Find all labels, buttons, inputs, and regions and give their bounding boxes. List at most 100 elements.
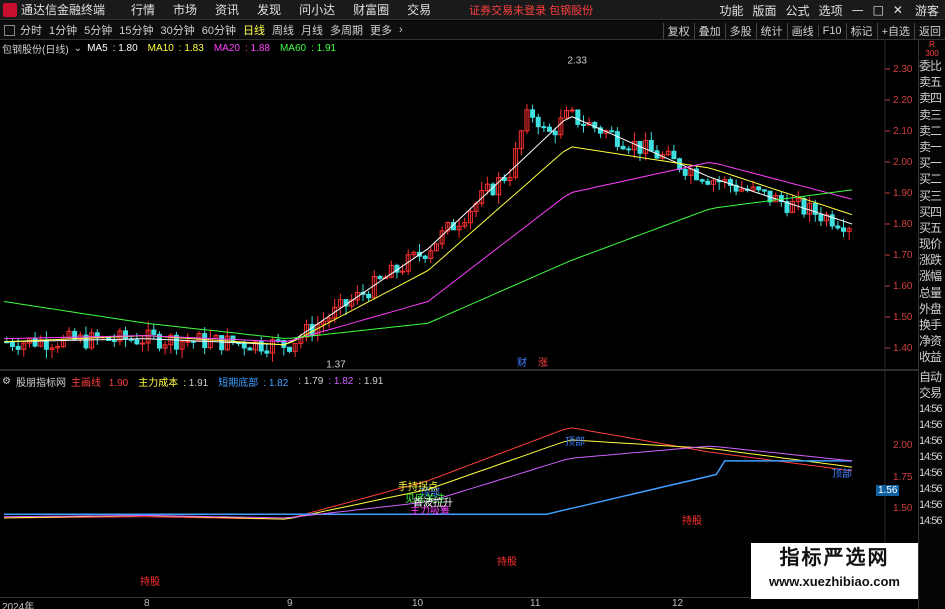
- period-tab-multi[interactable]: 多周期: [330, 22, 363, 38]
- rp-top-300: 300: [925, 49, 939, 58]
- candle-body: [841, 227, 846, 232]
- multi-stock-button[interactable]: 多股: [724, 22, 756, 39]
- rp-time-row: 14:56: [919, 514, 943, 527]
- period-tab-30min[interactable]: 30分钟: [161, 22, 195, 38]
- menu-item-formula[interactable]: 公式: [786, 2, 810, 19]
- rp-item-outer[interactable]: 外盘: [919, 301, 945, 317]
- candle-body: [140, 342, 145, 345]
- candle-body: [530, 109, 536, 118]
- current-value-tag: 1.56: [876, 485, 900, 496]
- low-price-label: 1.37: [326, 359, 346, 370]
- period-tab-daily[interactable]: 日线: [243, 22, 265, 38]
- rp-item-turnover[interactable]: 换手: [919, 317, 945, 333]
- date-label-dec: 12: [672, 598, 684, 609]
- rp-item-sell1[interactable]: 卖一: [919, 139, 945, 155]
- ma-line-ma60: [3, 189, 853, 339]
- f10-button[interactable]: F10: [817, 24, 846, 37]
- rp-time-row: 14:56: [919, 498, 943, 511]
- rp-item-buy5[interactable]: 买五: [919, 220, 945, 236]
- menu-item-function[interactable]: 功能: [720, 2, 744, 19]
- period-tab-1min[interactable]: 1分钟: [49, 22, 77, 38]
- rp-time-row: 14:56: [919, 402, 943, 415]
- rp-item-sell5[interactable]: 卖五: [919, 74, 945, 90]
- candle-body: [671, 150, 677, 160]
- quote-side-panel: R 300 委比 卖五 卖四 卖三 卖二 卖一 买一 买二 买三 买四 买五 现…: [918, 40, 945, 609]
- menu-item-quotes[interactable]: 行情: [131, 1, 155, 18]
- period-tab-15min[interactable]: 15分钟: [119, 22, 153, 38]
- rp-item-auto[interactable]: 自动: [919, 369, 945, 385]
- rp-item-sell4[interactable]: 卖四: [919, 90, 945, 106]
- rp-item-earnings[interactable]: 收益: [919, 349, 945, 365]
- menu-item-discover[interactable]: 发现: [257, 1, 281, 18]
- stats-button[interactable]: 统计: [755, 22, 787, 39]
- menu-item-wealth[interactable]: 财富圈: [353, 1, 389, 18]
- period-tab-60min[interactable]: 60分钟: [202, 22, 236, 38]
- candle-body: [609, 130, 615, 133]
- menu-item-layout[interactable]: 版面: [753, 2, 777, 19]
- menu-item-market[interactable]: 市场: [173, 1, 197, 18]
- watermark-url: www.xuezhibiao.com: [769, 574, 900, 589]
- rp-item-buy3[interactable]: 买三: [919, 188, 945, 204]
- mark-button[interactable]: 标记: [845, 22, 877, 39]
- period-tab-5min[interactable]: 5分钟: [84, 22, 112, 38]
- rp-item-change[interactable]: 涨跌: [919, 252, 945, 268]
- candle-body: [626, 148, 632, 151]
- toggle-panel-icon[interactable]: [4, 24, 15, 36]
- candle-body: [400, 270, 406, 273]
- rp-item-price[interactable]: 现价: [919, 236, 945, 252]
- menu-item-ask[interactable]: 问小达: [299, 1, 335, 18]
- draw-line-button[interactable]: 画线: [786, 22, 818, 39]
- menu-item-options[interactable]: 选项: [819, 2, 843, 19]
- candle-body: [377, 275, 383, 279]
- back-button[interactable]: 返回: [914, 22, 945, 39]
- annotations-group: 2.331.37 财涨持股持股持股顶部顶部顶部手持拐点见底关注主力吸筹首波拉升: [140, 56, 852, 588]
- rp-time-row: 14:56: [919, 466, 943, 479]
- candle-body: [818, 213, 824, 222]
- adjust-button[interactable]: 复权: [662, 22, 694, 39]
- watermark-banner: 指标严选网 www.xuezhibiao.com: [751, 543, 918, 599]
- period-tab-weekly[interactable]: 周线: [272, 22, 294, 38]
- candle-body: [15, 345, 21, 350]
- rp-item-buy1[interactable]: 买一: [919, 155, 945, 171]
- rp-item-volume[interactable]: 总量: [919, 285, 945, 301]
- rp-item-sell3[interactable]: 卖三: [919, 107, 945, 123]
- rp-time-row: 14:56: [919, 482, 943, 495]
- overlay-button[interactable]: 叠加: [693, 22, 725, 39]
- rp-item-sell2[interactable]: 卖二: [919, 123, 945, 139]
- add-favorite-button[interactable]: +自选: [876, 22, 914, 39]
- candle-body: [185, 340, 191, 343]
- period-tab-timeshare[interactable]: 分时: [20, 22, 42, 38]
- rp-item-net-assets[interactable]: 净资: [919, 333, 945, 349]
- candle-body: [552, 130, 558, 136]
- period-tab-more[interactable]: 更多: [370, 22, 392, 38]
- price-label-200: 2.00: [893, 157, 913, 168]
- price-label-160: 1.60: [893, 281, 913, 292]
- candle-body: [247, 347, 253, 351]
- price-label-140: 1.40: [893, 343, 913, 354]
- candlestick-chart[interactable]: 2.331.37 财涨持股持股持股顶部顶部顶部手持拐点见底关注主力吸筹首波拉升: [0, 40, 918, 597]
- chevron-right-icon[interactable]: ›: [399, 24, 403, 36]
- minimize-icon[interactable]: —: [852, 3, 864, 17]
- rp-item-weibi[interactable]: 委比: [919, 58, 945, 74]
- ind-label-200: 2.00: [893, 440, 913, 451]
- price-label-210: 2.10: [893, 126, 913, 137]
- candle-body: [190, 340, 196, 343]
- candle-body: [123, 330, 129, 340]
- candle-body: [756, 186, 762, 191]
- candle-body: [699, 179, 705, 182]
- guest-user[interactable]: 游客: [915, 2, 939, 19]
- candle-body: [620, 145, 626, 150]
- watermark-title: 指标严选网: [779, 547, 890, 569]
- restore-icon[interactable]: □: [873, 3, 884, 17]
- candle-body: [287, 346, 292, 352]
- login-notice[interactable]: 证券交易未登录 包钢股份: [469, 2, 593, 18]
- menu-item-trade[interactable]: 交易: [407, 1, 431, 18]
- menu-item-news[interactable]: 资讯: [215, 1, 239, 18]
- indicator-annotation: 持股: [682, 514, 702, 527]
- rp-item-trade[interactable]: 交易: [919, 385, 945, 401]
- close-icon[interactable]: ✕: [893, 3, 903, 17]
- rp-item-buy4[interactable]: 买四: [919, 204, 945, 220]
- rp-item-change-pct[interactable]: 涨幅: [919, 268, 945, 284]
- period-tab-monthly[interactable]: 月线: [301, 22, 323, 38]
- rp-item-buy2[interactable]: 买二: [919, 171, 945, 187]
